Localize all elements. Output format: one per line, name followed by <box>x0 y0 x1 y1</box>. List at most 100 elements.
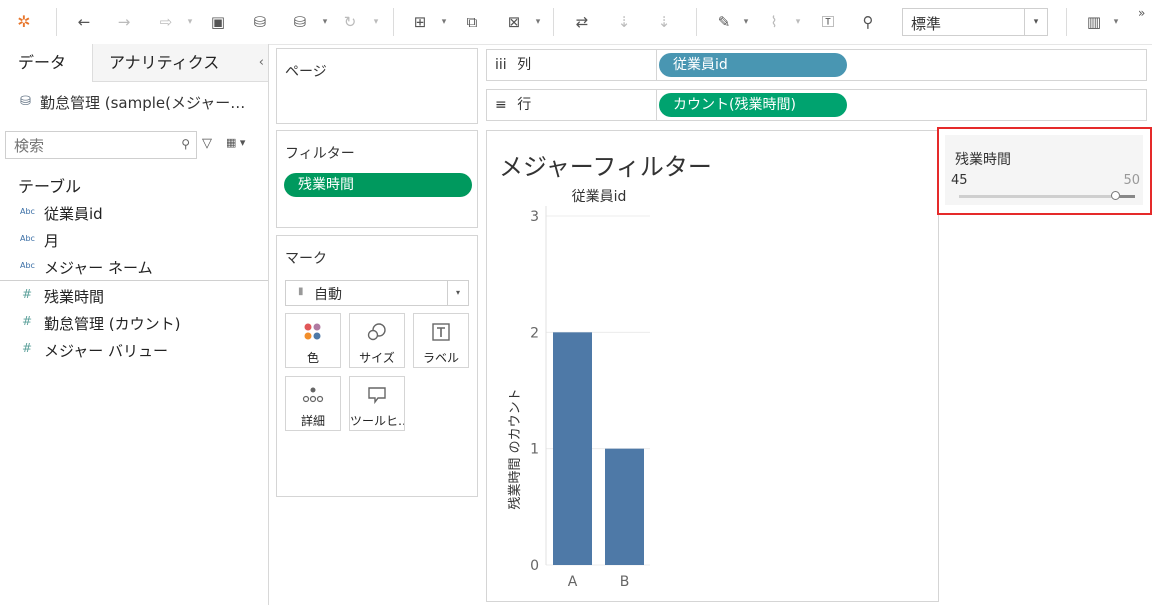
number-type-icon: # <box>22 287 33 301</box>
field-item[interactable]: # 残業時間 <box>0 284 268 310</box>
range-slider-handle-bar[interactable] <box>1119 195 1135 198</box>
field-item[interactable]: Abc 従業員id <box>0 201 268 227</box>
range-min-label: 45 <box>951 173 968 188</box>
pin-icon[interactable]: ⚲ <box>858 12 878 32</box>
new-worksheet-dropdown-icon[interactable]: ▾ <box>440 13 448 31</box>
new-worksheet-icon[interactable]: ⊞ <box>410 12 430 32</box>
label-button[interactable]: ラベル <box>413 313 469 368</box>
range-slider-track[interactable] <box>959 191 1135 200</box>
pages-card[interactable]: ページ <box>276 48 478 124</box>
columns-pill[interactable]: 従業員id <box>659 53 847 77</box>
clear-sheet-icon[interactable]: ⊠ <box>504 12 524 32</box>
size-button[interactable]: サイズ <box>349 313 405 368</box>
undo-icon[interactable]: ← <box>74 12 94 32</box>
collapse-pane-icon[interactable]: ‹ <box>259 44 264 82</box>
x-tick-label: A <box>568 574 578 590</box>
filter-icon[interactable]: ▽ <box>202 136 212 151</box>
range-filter-card: 残業時間 45 50 <box>937 127 1152 215</box>
datasource-item[interactable]: ⛁ 勤怠管理 (sample(メジャー… <box>0 92 268 114</box>
detail-button[interactable]: 詳細 <box>285 376 341 431</box>
highlight-icon[interactable]: ✎ <box>714 12 734 32</box>
tooltip-button[interactable]: ツールヒ… <box>349 376 405 431</box>
field-item[interactable]: Abc 月 <box>0 228 268 254</box>
field-item[interactable]: Abc メジャー ネーム <box>0 255 268 281</box>
fit-select-value: 標準 <box>911 15 942 33</box>
string-type-icon: Abc <box>20 261 35 270</box>
group-dropdown-icon[interactable]: ▾ <box>794 13 802 31</box>
filters-card[interactable]: フィルター 残業時間 <box>276 130 478 228</box>
bar-A[interactable] <box>553 332 592 565</box>
group-icon[interactable]: ⌇ <box>764 12 784 32</box>
size-icon <box>350 322 404 347</box>
color-button[interactable]: 色 <box>285 313 341 368</box>
datasource-icon: ⛁ <box>20 94 31 109</box>
chevron-down-icon: ▾ <box>1024 9 1047 35</box>
columns-label: 列 <box>517 57 532 73</box>
redo-icon[interactable]: → <box>114 12 134 32</box>
filter-pill[interactable]: 残業時間 <box>284 173 472 197</box>
field-name: 勤怠管理 (カウント) <box>44 315 181 333</box>
y-tick-label: 0 <box>530 558 539 574</box>
label-label: ラベル <box>422 351 459 365</box>
pages-card-title: ページ <box>285 64 327 80</box>
field-name: 従業員id <box>44 205 103 223</box>
x-tick-label: B <box>620 574 630 590</box>
show-me-icon[interactable]: ▥ <box>1084 12 1104 32</box>
search-icon[interactable]: ⚲ <box>181 137 190 151</box>
rows-pill[interactable]: カウント(残業時間) <box>659 93 847 117</box>
detail-label: 詳細 <box>300 414 325 428</box>
data-pane: データ アナリティクス ‹ ⛁ 勤怠管理 (sample(メジャー… ⚲ ▽ ▦… <box>0 44 269 605</box>
clear-dropdown-icon[interactable]: ▾ <box>534 13 542 31</box>
toolbar-separator <box>553 8 554 36</box>
fit-select[interactable]: 標準 ▾ <box>902 8 1048 36</box>
save-icon[interactable]: ▣ <box>208 12 228 32</box>
field-name: メジャー バリュー <box>44 342 169 360</box>
detail-icon <box>286 385 340 410</box>
toolbar: ✲ ← → ⇨ ▾ ▣ ⛁ ⛁ ▾ ↻ ▾ ⊞ ▾ ⧉ ⊠ ▾ ⇄ ⇣ ⇣ ✎ … <box>0 0 1152 45</box>
field-item[interactable]: # メジャー バリュー <box>0 338 268 364</box>
toolbar-separator <box>696 8 697 36</box>
refresh-dropdown-icon[interactable]: ▾ <box>372 13 380 31</box>
show-labels-icon[interactable]: 🅃 <box>818 12 838 32</box>
bar-B[interactable] <box>605 448 644 565</box>
range-max-label: 50 <box>1123 173 1140 188</box>
color-icon <box>286 322 340 347</box>
pause-updates-icon[interactable]: ⛁ <box>290 12 310 32</box>
pause-dropdown-icon[interactable]: ▾ <box>321 13 329 31</box>
rows-shelf[interactable]: ≡ 行 カウント(残業時間) <box>486 89 1147 121</box>
y-axis-label: 残業時間 のカウント <box>507 388 523 509</box>
toolbar-overflow[interactable]: » <box>1138 6 1145 20</box>
replay-icon[interactable]: ⇨ <box>156 12 176 32</box>
tab-analytics[interactable]: アナリティクス ‹ <box>92 44 268 82</box>
refresh-icon[interactable]: ↻ <box>340 12 360 32</box>
label-icon <box>414 322 468 347</box>
column-header: 従業員id <box>572 189 627 205</box>
sort-ascending-icon[interactable]: ⇣ <box>614 12 634 32</box>
show-me-dropdown-icon[interactable]: ▾ <box>1112 13 1120 31</box>
tableau-logo-icon[interactable]: ✲ <box>14 12 34 32</box>
bar-chart-icon: ▮ <box>298 286 304 297</box>
tab-data[interactable]: データ <box>0 44 92 82</box>
new-datasource-icon[interactable]: ⛁ <box>250 12 270 32</box>
rows-label: 行 <box>517 97 532 113</box>
duplicate-sheet-icon[interactable]: ⧉ <box>462 12 482 32</box>
replay-dropdown-icon[interactable]: ▾ <box>186 13 194 31</box>
view-options-icon[interactable]: ▦ ▾ <box>226 136 245 149</box>
mark-type-value: 自動 <box>314 287 342 303</box>
filters-card-title: フィルター <box>285 146 355 162</box>
tooltip-label: ツールヒ… <box>350 414 404 428</box>
sort-descending-icon[interactable]: ⇣ <box>654 12 674 32</box>
marks-card: マーク ▮ 自動 ▾ 色 サイズ ラベル 詳細 ツールヒ… <box>276 235 478 497</box>
color-label: 色 <box>306 351 319 365</box>
size-label: サイズ <box>359 351 395 365</box>
search-input[interactable] <box>12 135 176 157</box>
range-filter-title: 残業時間 <box>955 152 1011 168</box>
field-search: ⚲ <box>5 131 197 159</box>
highlight-dropdown-icon[interactable]: ▾ <box>742 13 750 31</box>
field-item[interactable]: # 勤怠管理 (カウント) <box>0 311 268 337</box>
mark-type-select[interactable]: ▮ 自動 ▾ <box>285 280 469 306</box>
swap-icon[interactable]: ⇄ <box>572 12 592 32</box>
toolbar-separator <box>393 8 394 36</box>
columns-shelf[interactable]: iii 列 従業員id <box>486 49 1147 81</box>
string-type-icon: Abc <box>20 207 35 216</box>
